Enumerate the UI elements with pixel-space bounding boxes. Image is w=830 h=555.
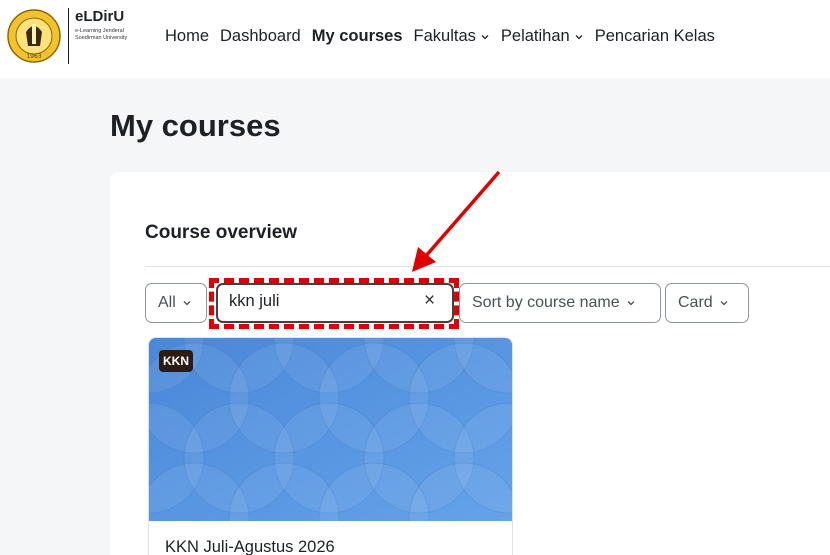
svg-text:1963: 1963 <box>26 53 41 60</box>
clear-search-icon[interactable]: × <box>424 290 435 312</box>
course-image[interactable] <box>149 338 513 521</box>
grouping-dropdown[interactable]: All <box>145 283 207 323</box>
primary-navigation: Home Dashboard My courses Fakultas Pelatihan… <box>165 27 715 46</box>
chevron-down-icon <box>627 301 635 306</box>
navbar: 1963 eLDirU e-Learning Jenderal Soedirma… <box>0 0 830 78</box>
brand-subtitle: e-Learning Jenderal Soedirman University <box>75 28 128 41</box>
nav-item-label: Home <box>165 27 210 45</box>
divider <box>145 266 830 267</box>
grouping-label: All <box>158 294 176 311</box>
nav-item-my-courses[interactable]: My courses <box>312 27 403 46</box>
nav-item-label: Pelatihan <box>500 27 570 45</box>
nav-item-label: My courses <box>311 27 403 45</box>
view-dropdown[interactable]: Card <box>665 283 749 323</box>
logo-divider <box>68 8 69 64</box>
sort-dropdown[interactable]: Sort by course name <box>459 283 661 323</box>
section-title: Course overview <box>145 222 298 243</box>
nav-item-pencarian-kelas[interactable]: Pencarian Kelas <box>595 27 715 46</box>
nav-item-label: Pencarian Kelas <box>594 27 715 45</box>
nav-item-label: Fakultas <box>413 27 476 45</box>
brand-name[interactable]: eLDirU <box>75 8 124 25</box>
nav-item-label: Dashboard <box>220 27 301 45</box>
nav-item-dashboard[interactable]: Dashboard <box>220 27 301 46</box>
course-title-link[interactable]: KKN Juli-Agustus 2026 <box>165 538 335 555</box>
search-input-value[interactable]: kkn juli <box>229 292 279 311</box>
chevron-down-icon <box>183 301 191 306</box>
course-card[interactable]: KKN <box>148 337 513 555</box>
nav-item-home[interactable]: Home <box>165 27 209 46</box>
course-shortname-badge: KKN <box>159 350 193 372</box>
chevron-down-icon <box>481 34 489 39</box>
sort-label: Sort by course name <box>472 294 620 311</box>
nav-item-pelatihan[interactable]: Pelatihan <box>501 27 584 46</box>
page-title: My courses <box>110 108 281 143</box>
nav-item-fakultas[interactable]: Fakultas <box>414 27 490 46</box>
chevron-down-icon <box>720 301 728 306</box>
university-seal-logo[interactable]: 1963 <box>6 6 62 66</box>
chevron-down-icon <box>575 34 583 39</box>
view-label: Card <box>678 294 713 311</box>
